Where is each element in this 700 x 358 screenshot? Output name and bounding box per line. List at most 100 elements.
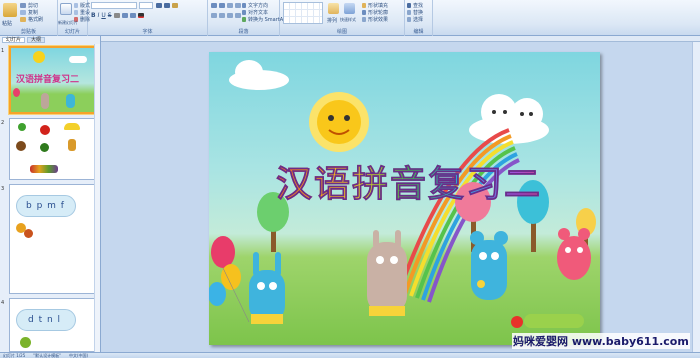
font-style-buttons: B I U S — [91, 12, 144, 19]
fill-icon — [362, 2, 366, 8]
grow-font-icon[interactable] — [156, 2, 162, 8]
group-label: 幻灯片 — [64, 29, 80, 35]
paste-button[interactable]: 粘贴 — [2, 20, 12, 27]
cut-button[interactable]: 剪切 — [20, 2, 38, 9]
align-center-icon[interactable] — [219, 12, 225, 18]
new-slide-icon[interactable] — [60, 3, 72, 15]
numbering-icon[interactable] — [219, 2, 225, 8]
drawing-group: 排列 快速样式 形状填充 形状轮廓 形状效果 绘图 — [280, 0, 405, 36]
cloud-icon — [229, 60, 289, 90]
increase-indent-icon[interactable] — [235, 2, 241, 8]
paragraph-group: 文字方向 对齐文本 转换为 SmartArt 段落 — [208, 0, 287, 36]
slide-thumbnail-1[interactable]: 汉语拼音复习二 — [9, 46, 97, 114]
slide-canvas[interactable]: 汉语拼音复习二 — [209, 52, 600, 345]
shape-effects-button[interactable]: 形状效果 — [362, 16, 388, 23]
sun-icon — [309, 92, 369, 152]
text-direction-icon — [242, 2, 246, 8]
editing-group: 查找 替换 选择 编辑 — [405, 0, 433, 36]
align-right-icon[interactable] — [227, 12, 233, 18]
thumbnail-letters: b p m f — [26, 201, 65, 211]
underline-icon[interactable]: U — [101, 12, 105, 19]
character-icon — [41, 93, 49, 109]
site-logo-icon — [511, 314, 584, 328]
sun-icon — [33, 51, 45, 63]
select-icon — [407, 16, 411, 22]
blue-character-icon — [470, 231, 508, 300]
italic-icon[interactable]: I — [98, 12, 100, 19]
replace-button[interactable]: 替换 — [407, 9, 423, 16]
char-spacing-icon[interactable] — [121, 12, 128, 18]
tab-outline[interactable]: 大纲 — [27, 37, 46, 43]
shadow-icon[interactable] — [113, 12, 120, 18]
slides-group: 版式 重设 删除 新建幻灯片 幻灯片 — [58, 0, 90, 36]
group-label: 段落 — [238, 29, 249, 35]
thumbnail-title: 汉语拼音复习二 — [16, 75, 80, 85]
fruit-icon — [16, 141, 26, 151]
character-icon — [66, 94, 75, 108]
theme-name: "默认设计模板" — [33, 353, 61, 358]
slide-title[interactable]: 汉语拼音复习二 — [249, 155, 569, 207]
format-painter-button[interactable]: 格式刷 — [20, 16, 43, 23]
smartart-icon — [242, 16, 246, 22]
pane-scrollbar[interactable] — [94, 44, 100, 352]
balloon-icon — [13, 88, 20, 97]
copy-button[interactable]: 复制 — [20, 9, 38, 16]
slide-number: 3 — [1, 186, 5, 192]
font-size-combobox[interactable] — [139, 2, 153, 9]
strikethrough-icon[interactable]: S — [108, 12, 112, 19]
apple-icon — [18, 123, 26, 131]
fruit-icon — [24, 229, 33, 238]
slide-number: 1 — [1, 48, 5, 54]
slide-thumbnail-2[interactable] — [9, 118, 97, 180]
shapes-gallery[interactable] — [283, 2, 323, 24]
decrease-indent-icon[interactable] — [227, 2, 233, 8]
layout-icon — [74, 2, 78, 8]
paste-icon[interactable] — [3, 3, 17, 17]
slide-thumbnail-4[interactable]: d t n l — [9, 298, 97, 352]
new-slide-button[interactable]: 新建幻灯片 — [58, 20, 78, 26]
align-text-button[interactable]: 对齐文本 — [242, 9, 268, 16]
pane-tabs: 幻灯片 大纲 — [0, 36, 101, 44]
font-format-buttons — [156, 2, 178, 8]
blue-rabbit-character-icon — [249, 252, 285, 324]
font-name-combobox[interactable] — [91, 2, 137, 9]
change-case-icon[interactable] — [129, 12, 136, 18]
list-buttons — [211, 2, 241, 8]
justify-icon[interactable] — [235, 12, 241, 18]
shrink-font-icon[interactable] — [164, 2, 170, 8]
text-direction-button[interactable]: 文字方向 — [242, 2, 268, 9]
slide-thumbnail-3[interactable]: b p m f — [9, 184, 97, 294]
clear-format-icon[interactable] — [172, 2, 178, 8]
replace-icon — [407, 9, 411, 15]
fruit-icon — [20, 337, 31, 348]
cloud-icon — [69, 56, 87, 63]
font-color-icon[interactable] — [137, 12, 144, 18]
balloon-icon — [209, 236, 250, 323]
fruit-icon — [40, 143, 49, 152]
shape-fill-button[interactable]: 形状填充 — [362, 2, 388, 9]
shape-outline-button[interactable]: 形状轮廓 — [362, 9, 388, 16]
quick-styles-button[interactable]: 快速样式 — [340, 17, 356, 23]
arrange-icon[interactable] — [328, 3, 339, 14]
bold-icon[interactable]: B — [91, 12, 96, 19]
effects-icon — [362, 16, 366, 22]
select-button[interactable]: 选择 — [407, 16, 423, 23]
tab-slides[interactable]: 幻灯片 — [2, 37, 26, 43]
font-group: B I U S 字体 — [88, 0, 208, 36]
slides-pane: 幻灯片 大纲 1 汉语拼音复习二 2 3 b p m f 4 d t n l — [0, 36, 101, 352]
align-left-icon[interactable] — [211, 12, 217, 18]
group-label: 剪贴板 — [20, 29, 36, 35]
align-text-icon — [242, 9, 246, 15]
watermark-text: 妈咪爱婴网 www.baby611.com — [512, 333, 690, 349]
scissors-icon — [20, 2, 26, 8]
thumbnail-letters: d t n l — [28, 315, 62, 325]
arrange-button[interactable]: 排列 — [327, 17, 337, 24]
vertical-scrollbar[interactable] — [692, 42, 700, 352]
slide-counter: 幻灯片 1/25 — [3, 353, 26, 358]
language: 中文(中国) — [68, 353, 89, 358]
slide-number: 2 — [1, 120, 5, 126]
banana-icon — [64, 123, 80, 130]
bullets-icon[interactable] — [211, 2, 217, 8]
find-button[interactable]: 查找 — [407, 2, 423, 9]
quick-styles-icon[interactable] — [344, 3, 355, 14]
